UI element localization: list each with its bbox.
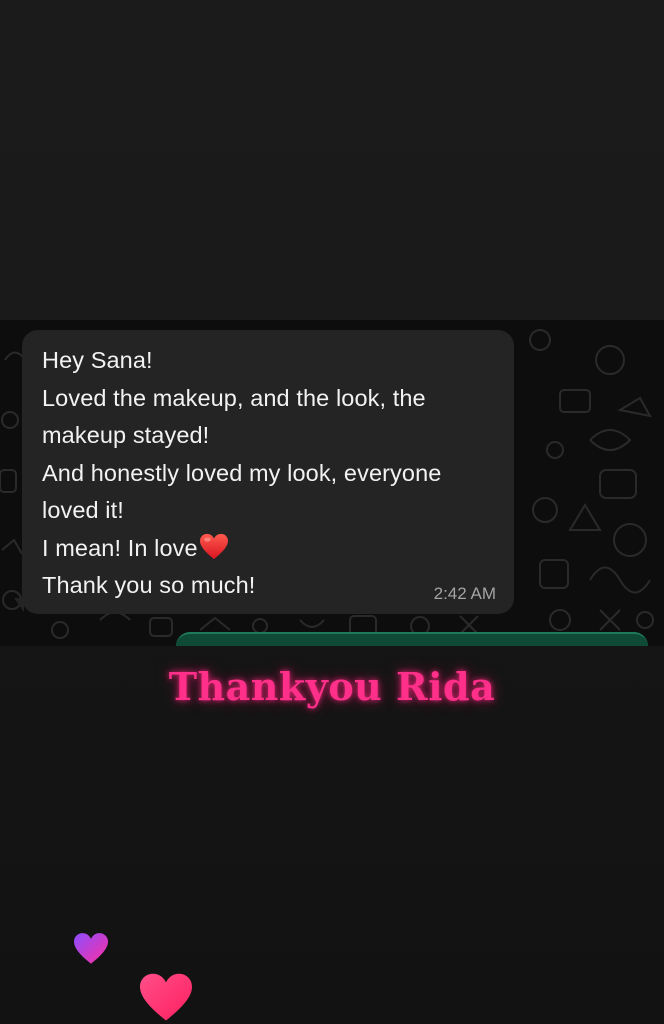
story-background-top	[0, 0, 664, 320]
message-line: Hey Sana!	[42, 347, 153, 373]
message-line: Thank you so much!	[42, 572, 256, 598]
message-line-with-emoji: I mean! In love	[42, 530, 494, 568]
message-timestamp: 2:42 AM	[433, 584, 496, 603]
message-line-text: I mean! In love	[42, 534, 198, 561]
message-line: And honestly loved my look, everyone	[42, 459, 442, 486]
message-line: loved it!	[42, 497, 124, 523]
purple-heart-icon	[74, 933, 108, 964]
pink-heart-icon	[140, 973, 192, 1021]
red-heart-icon	[199, 533, 228, 559]
message-line: Loved the makeup, and the look, the	[42, 384, 426, 411]
story-frame: Hey Sana! Loved the makeup, and the look…	[0, 0, 664, 1024]
incoming-message-bubble: Hey Sana! Loved the makeup, and the look…	[22, 330, 514, 614]
message-line: makeup stayed!	[42, 422, 210, 448]
bubble-tail	[14, 598, 24, 612]
story-caption: Thankyou Rida	[168, 664, 496, 709]
